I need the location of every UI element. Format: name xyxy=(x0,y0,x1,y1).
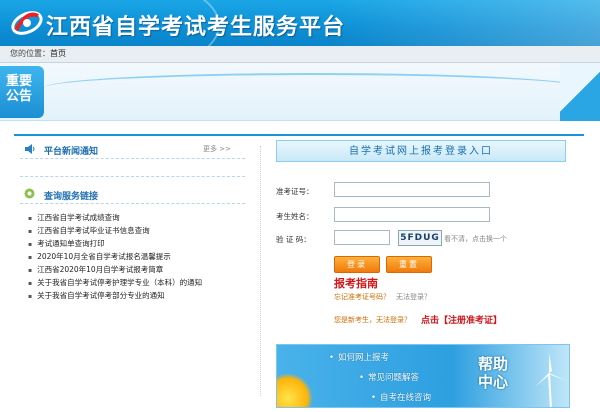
exam-id-input[interactable] xyxy=(334,182,490,197)
help-center-banner[interactable]: 如何网上报考 常见问题解答 自考在线咨询 帮助中心 xyxy=(276,344,570,408)
service-link[interactable]: 江西省自学考试毕业证书信息查询 xyxy=(28,224,253,237)
captcha-refresh-link[interactable]: 看不清，点击换一个 xyxy=(444,234,507,244)
exam-guide-link[interactable]: 报考指南 xyxy=(334,275,378,291)
speaker-icon xyxy=(25,144,35,154)
login-title: 自学考试网上报考登录入口 xyxy=(276,140,566,162)
service-link[interactable]: 2020年10月全省自学考试报名温馨提示 xyxy=(28,250,253,263)
login-panel: 自学考试网上报考登录入口 准考证号： 考生姓名： 验 证 码： 5FDUG 看不… xyxy=(276,136,576,408)
notice-badge: 重要公告 xyxy=(0,66,44,118)
help-item[interactable]: 常见问题解答 xyxy=(359,371,419,383)
circle-bullet-icon xyxy=(24,188,35,199)
exam-id-label: 准考证号： xyxy=(276,187,314,196)
logo-swirl-icon xyxy=(11,11,43,35)
services-title: 查询服务链接 xyxy=(44,192,99,202)
notice-banner: 重要公告 xyxy=(0,63,600,121)
captcha-image[interactable]: 5FDUG xyxy=(398,230,442,246)
help-item[interactable]: 自考在线咨询 xyxy=(371,391,431,403)
service-link-list: 江西省自学考试成绩查询 江西省自学考试毕业证书信息查询 考试通知单查询打印 20… xyxy=(28,211,253,302)
name-input[interactable] xyxy=(334,207,490,222)
service-link[interactable]: 考试通知单查询打印 xyxy=(28,237,253,250)
windmill-icon xyxy=(535,353,567,407)
left-column: 平台新闻通知 更多 >> 查询服务链接 江西省自学考试成绩查询 江西省自学考试毕… xyxy=(14,136,249,406)
service-link[interactable]: 江西省自学考试成绩查询 xyxy=(28,211,253,224)
reset-button[interactable]: 重置 xyxy=(386,256,432,273)
breadcrumb-home-link[interactable]: 首页 xyxy=(50,49,66,58)
breadcrumb: 您的位置：首页 xyxy=(0,46,600,63)
captcha-label: 验 证 码： xyxy=(276,235,311,244)
news-more-link[interactable]: 更多 >> xyxy=(203,144,231,154)
site-title: 江西省自学考试考生服务平台 xyxy=(46,14,346,40)
site-header: 江西省自学考试考生服务平台 xyxy=(0,0,600,46)
register-link[interactable]: 点击【注册准考证】 xyxy=(421,313,502,326)
news-title: 平台新闻通知 xyxy=(44,147,99,157)
forgot-row: 忘记准考证号码？ 无法登录？ xyxy=(334,292,431,302)
main-content: 平台新闻通知 更多 >> 查询服务链接 江西省自学考试成绩查询 江西省自学考试毕… xyxy=(14,134,584,408)
login-button[interactable]: 登录 xyxy=(334,256,380,273)
service-link[interactable]: 关于我省自学考试停考部分专业的通知 xyxy=(28,289,253,302)
name-label: 考生姓名： xyxy=(276,212,314,221)
captcha-input[interactable] xyxy=(334,230,390,245)
cannot-login-link[interactable]: 无法登录？ xyxy=(396,293,431,301)
help-center-title: 帮助中心 xyxy=(477,355,508,391)
newcomer-text: 您是新考生，无法登录？ xyxy=(334,316,411,324)
help-item[interactable]: 如何网上报考 xyxy=(329,351,389,363)
service-link[interactable]: 关于我省自学考试停考护理学专业（本科）的通知 xyxy=(28,276,253,289)
forgot-id-link[interactable]: 忘记准考证号码？ xyxy=(334,293,390,301)
service-link[interactable]: 江西省2020年10月自学考试报考简章 xyxy=(28,263,253,276)
breadcrumb-label: 您的位置： xyxy=(10,49,50,58)
